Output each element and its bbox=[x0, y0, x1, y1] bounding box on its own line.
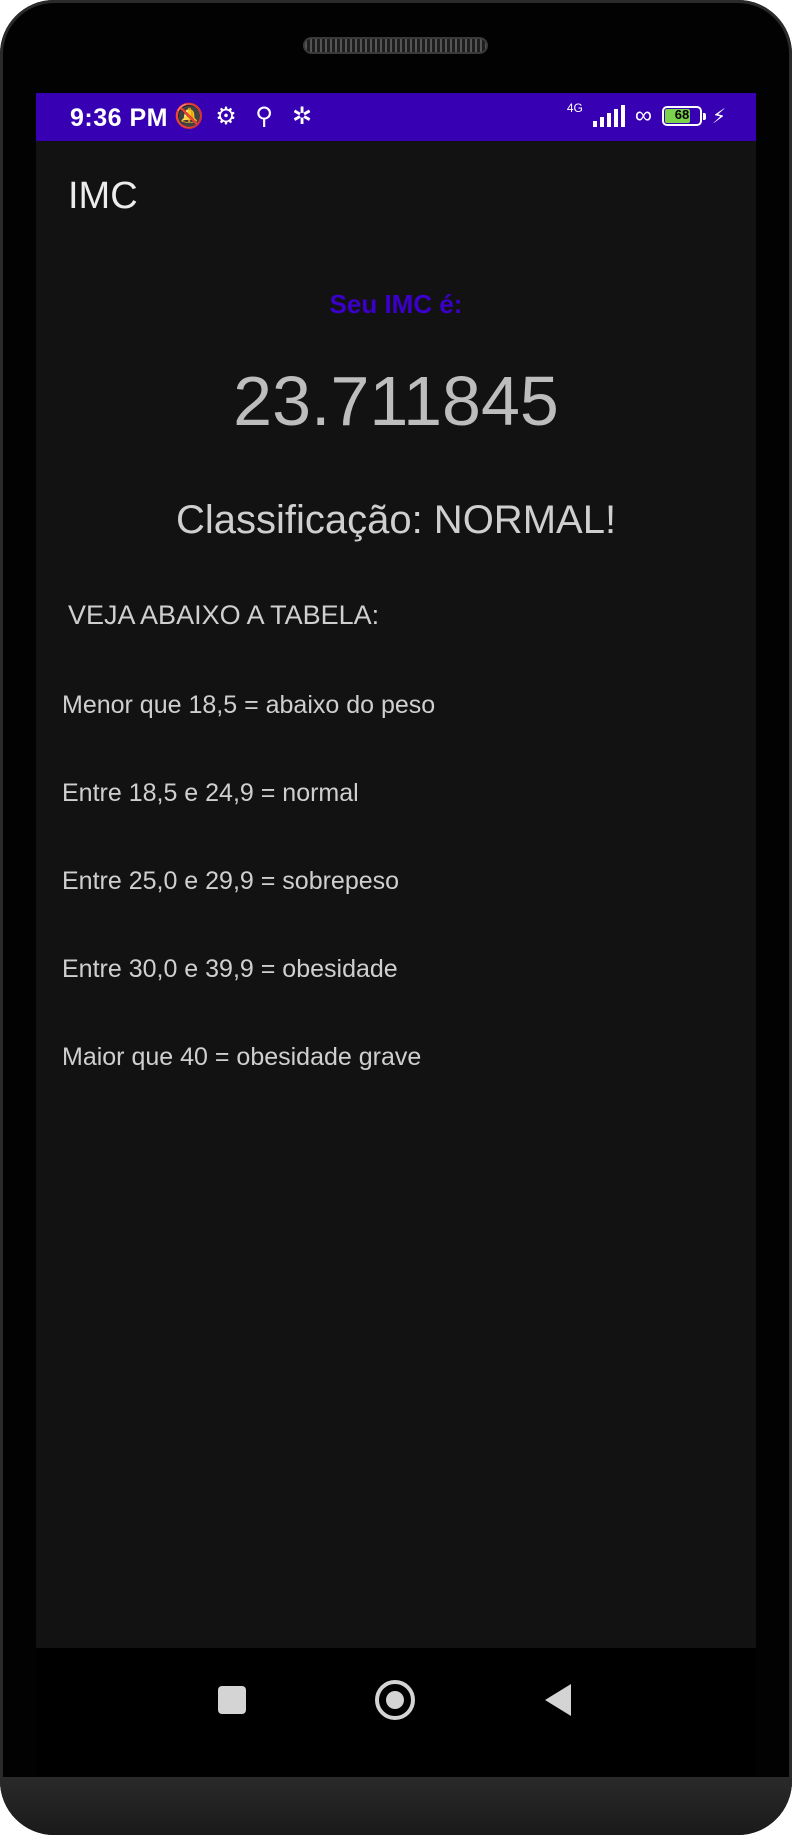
phone-bottom-bezel bbox=[0, 1777, 792, 1835]
app-title: IMC bbox=[68, 175, 138, 217]
charging-icon: ⚡ bbox=[711, 105, 726, 128]
speaker-grille bbox=[303, 37, 488, 54]
status-icons-right: 4G ∞ 68 ⚡ bbox=[567, 102, 726, 130]
bell-off-icon: 🔕 bbox=[174, 103, 204, 130]
app-screen: 9:36 PM 🔕 ⚙ ⚲ ✲ 4G ∞ 68 ⚡ IMC Seu IMC é:… bbox=[36, 93, 756, 1648]
table-row-overweight: Entre 25,0 e 29,9 = sobrepeso bbox=[62, 867, 400, 895]
home-button[interactable] bbox=[375, 1680, 415, 1720]
location-icon: ⚲ bbox=[255, 103, 273, 130]
table-row-severe-obesity: Maior que 40 = obesidade grave bbox=[62, 1043, 422, 1071]
imc-value: 23.711845 bbox=[233, 362, 559, 440]
status-time: 9:36 PM bbox=[70, 104, 168, 132]
link-icon: ∞ bbox=[634, 102, 652, 129]
table-row-normal: Entre 18,5 e 24,9 = normal bbox=[62, 779, 359, 807]
table-heading: VEJA ABAIXO A TABELA: bbox=[68, 600, 380, 630]
back-button[interactable] bbox=[545, 1684, 571, 1716]
settings-gear-icon: ⚙ bbox=[215, 103, 237, 130]
network-type: 4G bbox=[566, 101, 583, 115]
settings-icon: ✲ bbox=[291, 103, 313, 130]
imc-label: Seu IMC é: bbox=[329, 289, 463, 319]
status-icons-left: 🔕 ⚙ ⚲ ✲ bbox=[174, 103, 316, 131]
recents-button[interactable] bbox=[218, 1686, 246, 1714]
battery-icon: 68 bbox=[661, 106, 706, 126]
signal-icon bbox=[592, 105, 625, 127]
table-row-underweight: Menor que 18,5 = abaixo do peso bbox=[62, 691, 436, 719]
classification-text: Classificação: NORMAL! bbox=[175, 498, 617, 542]
phone-frame: 9:36 PM 🔕 ⚙ ⚲ ✲ 4G ∞ 68 ⚡ IMC Seu IMC é:… bbox=[0, 0, 792, 1835]
table-row-obesity: Entre 30,0 e 39,9 = obesidade bbox=[62, 955, 398, 983]
battery-level: 68 bbox=[674, 107, 690, 122]
status-bar: 9:36 PM 🔕 ⚙ ⚲ ✲ 4G ∞ 68 ⚡ bbox=[36, 93, 756, 141]
navigation-bar bbox=[36, 1648, 756, 1777]
